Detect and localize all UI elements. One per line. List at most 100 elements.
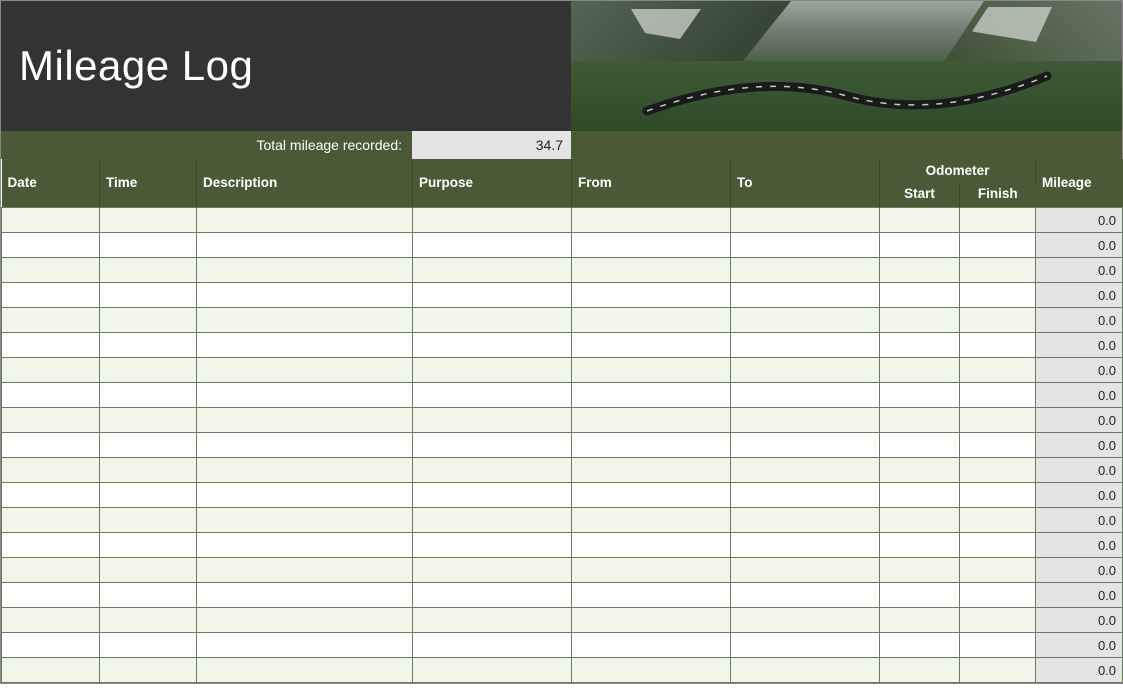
cell-mileage[interactable]: 0.0 xyxy=(1036,508,1123,533)
cell-date[interactable] xyxy=(2,433,100,458)
cell-from[interactable] xyxy=(572,658,731,683)
cell-time[interactable] xyxy=(100,608,197,633)
cell-to[interactable] xyxy=(731,283,880,308)
cell-purpose[interactable] xyxy=(413,408,572,433)
cell-ofinish[interactable] xyxy=(960,558,1036,583)
cell-ofinish[interactable] xyxy=(960,533,1036,558)
cell-date[interactable] xyxy=(2,558,100,583)
cell-date[interactable] xyxy=(2,233,100,258)
cell-ofinish[interactable] xyxy=(960,658,1036,683)
cell-purpose[interactable] xyxy=(413,483,572,508)
cell-time[interactable] xyxy=(100,458,197,483)
cell-ostart[interactable] xyxy=(880,258,960,283)
cell-date[interactable] xyxy=(2,283,100,308)
cell-ostart[interactable] xyxy=(880,283,960,308)
cell-description[interactable] xyxy=(197,533,413,558)
cell-description[interactable] xyxy=(197,208,413,233)
cell-ofinish[interactable] xyxy=(960,458,1036,483)
cell-ostart[interactable] xyxy=(880,308,960,333)
cell-description[interactable] xyxy=(197,458,413,483)
cell-purpose[interactable] xyxy=(413,233,572,258)
cell-purpose[interactable] xyxy=(413,308,572,333)
cell-description[interactable] xyxy=(197,358,413,383)
cell-from[interactable] xyxy=(572,558,731,583)
cell-to[interactable] xyxy=(731,583,880,608)
cell-to[interactable] xyxy=(731,258,880,283)
cell-description[interactable] xyxy=(197,583,413,608)
cell-mileage[interactable]: 0.0 xyxy=(1036,633,1123,658)
cell-ostart[interactable] xyxy=(880,408,960,433)
cell-date[interactable] xyxy=(2,533,100,558)
cell-ofinish[interactable] xyxy=(960,333,1036,358)
cell-date[interactable] xyxy=(2,458,100,483)
cell-from[interactable] xyxy=(572,283,731,308)
cell-to[interactable] xyxy=(731,633,880,658)
cell-time[interactable] xyxy=(100,633,197,658)
cell-time[interactable] xyxy=(100,558,197,583)
cell-ostart[interactable] xyxy=(880,533,960,558)
cell-ofinish[interactable] xyxy=(960,583,1036,608)
cell-ofinish[interactable] xyxy=(960,608,1036,633)
cell-time[interactable] xyxy=(100,658,197,683)
cell-purpose[interactable] xyxy=(413,383,572,408)
cell-purpose[interactable] xyxy=(413,333,572,358)
cell-mileage[interactable]: 0.0 xyxy=(1036,208,1123,233)
cell-ostart[interactable] xyxy=(880,583,960,608)
cell-purpose[interactable] xyxy=(413,458,572,483)
cell-from[interactable] xyxy=(572,608,731,633)
cell-mileage[interactable]: 0.0 xyxy=(1036,433,1123,458)
cell-date[interactable] xyxy=(2,333,100,358)
cell-description[interactable] xyxy=(197,308,413,333)
cell-ostart[interactable] xyxy=(880,358,960,383)
cell-time[interactable] xyxy=(100,333,197,358)
cell-description[interactable] xyxy=(197,558,413,583)
cell-mileage[interactable]: 0.0 xyxy=(1036,583,1123,608)
cell-from[interactable] xyxy=(572,208,731,233)
cell-time[interactable] xyxy=(100,383,197,408)
cell-to[interactable] xyxy=(731,383,880,408)
cell-to[interactable] xyxy=(731,533,880,558)
cell-purpose[interactable] xyxy=(413,508,572,533)
cell-ostart[interactable] xyxy=(880,483,960,508)
cell-description[interactable] xyxy=(197,383,413,408)
cell-mileage[interactable]: 0.0 xyxy=(1036,383,1123,408)
cell-date[interactable] xyxy=(2,508,100,533)
cell-description[interactable] xyxy=(197,483,413,508)
cell-time[interactable] xyxy=(100,358,197,383)
cell-from[interactable] xyxy=(572,508,731,533)
cell-time[interactable] xyxy=(100,408,197,433)
cell-purpose[interactable] xyxy=(413,583,572,608)
cell-mileage[interactable]: 0.0 xyxy=(1036,333,1123,358)
cell-date[interactable] xyxy=(2,658,100,683)
cell-from[interactable] xyxy=(572,533,731,558)
cell-purpose[interactable] xyxy=(413,658,572,683)
cell-to[interactable] xyxy=(731,408,880,433)
cell-to[interactable] xyxy=(731,308,880,333)
cell-ofinish[interactable] xyxy=(960,408,1036,433)
cell-description[interactable] xyxy=(197,433,413,458)
cell-ofinish[interactable] xyxy=(960,308,1036,333)
cell-purpose[interactable] xyxy=(413,258,572,283)
cell-from[interactable] xyxy=(572,383,731,408)
cell-time[interactable] xyxy=(100,483,197,508)
cell-description[interactable] xyxy=(197,508,413,533)
cell-time[interactable] xyxy=(100,208,197,233)
cell-mileage[interactable]: 0.0 xyxy=(1036,308,1123,333)
cell-to[interactable] xyxy=(731,658,880,683)
cell-date[interactable] xyxy=(2,258,100,283)
cell-purpose[interactable] xyxy=(413,358,572,383)
cell-date[interactable] xyxy=(2,608,100,633)
cell-date[interactable] xyxy=(2,633,100,658)
cell-date[interactable] xyxy=(2,308,100,333)
cell-to[interactable] xyxy=(731,333,880,358)
cell-mileage[interactable]: 0.0 xyxy=(1036,658,1123,683)
cell-ofinish[interactable] xyxy=(960,358,1036,383)
cell-from[interactable] xyxy=(572,358,731,383)
cell-time[interactable] xyxy=(100,508,197,533)
cell-mileage[interactable]: 0.0 xyxy=(1036,358,1123,383)
cell-mileage[interactable]: 0.0 xyxy=(1036,283,1123,308)
cell-purpose[interactable] xyxy=(413,208,572,233)
cell-time[interactable] xyxy=(100,308,197,333)
cell-purpose[interactable] xyxy=(413,283,572,308)
cell-to[interactable] xyxy=(731,233,880,258)
